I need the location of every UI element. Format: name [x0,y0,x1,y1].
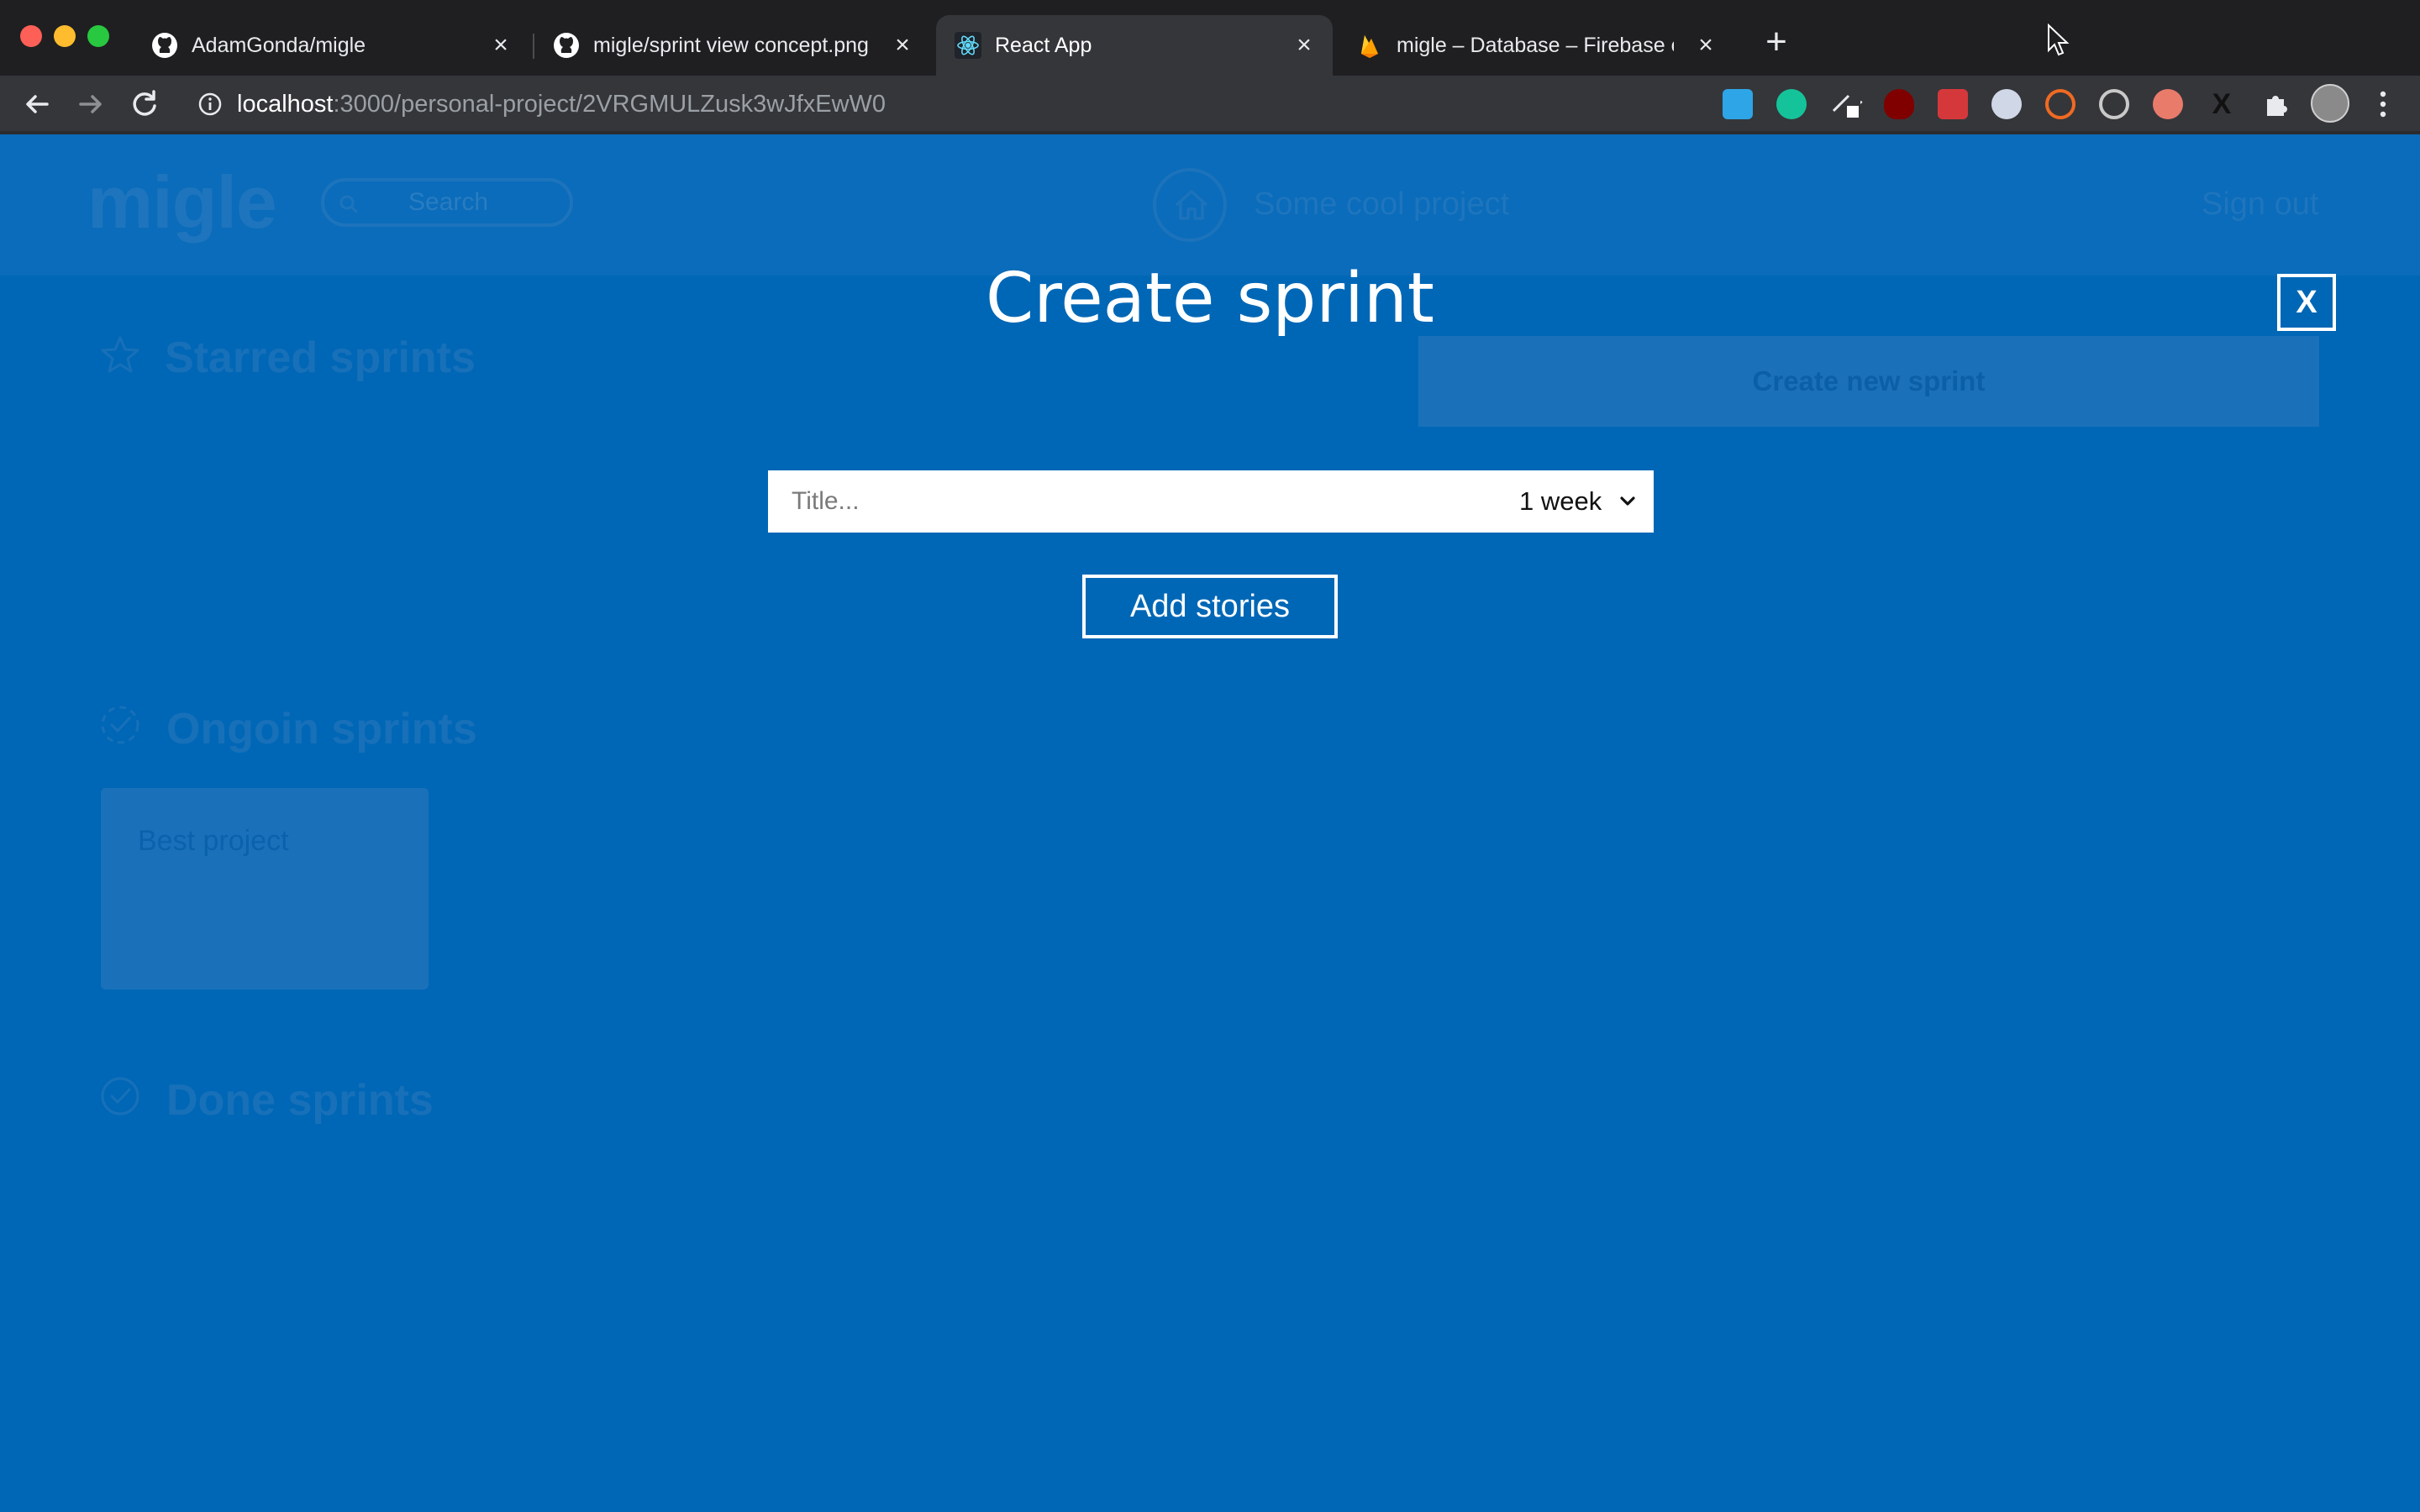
home-button[interactable] [1153,168,1227,242]
pen-icon [1832,94,1859,118]
tab-close-icon[interactable]: × [1692,30,1719,60]
back-arrow-icon[interactable] [18,86,55,123]
done-sprints-heading: Done sprints [166,1076,434,1125]
extension-orange-ring-icon[interactable] [2045,89,2075,119]
github-icon [152,33,177,58]
address-bar[interactable]: localhost:3000/personal-project/2VRGMULZ… [182,82,1863,126]
url-host: localhost [237,91,334,118]
sign-out-link[interactable]: Sign out [2202,186,2318,223]
window-minimize-button[interactable] [54,25,76,47]
extension-trello-icon[interactable] [1723,89,1753,119]
chevron-down-icon[interactable] [1618,492,1637,511]
sprint-card[interactable]: Best project [101,788,429,990]
tab-title: React App [995,34,1092,57]
tab-close-icon[interactable]: × [889,30,916,60]
ongoing-sprints-heading: Ongoin sprints [166,705,477,753]
extension-target-icon[interactable] [2099,89,2129,119]
add-stories-button[interactable]: Add stories [1082,575,1338,638]
sprint-card-title: Best project [138,825,289,857]
browser-tab-4[interactable]: migle – Database – Firebase co × [1338,15,1734,76]
extension-ublock-icon[interactable] [1884,89,1914,119]
search-placeholder: Search [408,188,489,216]
mouse-cursor-icon [2048,24,2070,56]
window-maximize-button[interactable] [87,25,109,47]
extension-circle-icon[interactable] [1991,89,2022,119]
extension-face-icon[interactable] [2153,89,2183,119]
extension-x-icon[interactable]: X [2207,89,2237,119]
tab-title: migle – Database – Firebase co [1397,34,1674,57]
reload-icon[interactable] [126,86,163,123]
browser-tab-3-active[interactable]: React App × [936,15,1333,76]
sprint-form: 1 week [768,470,1654,533]
url-text: localhost:3000/personal-project/2VRGMULZ… [237,82,886,126]
done-check-icon [101,1077,139,1116]
new-tab-plus-icon[interactable]: + [1758,24,1795,62]
profile-avatar[interactable] [2311,84,2349,123]
tab-title: migle/sprint view concept.png [593,34,869,57]
home-icon [1175,190,1208,220]
in-progress-check-icon [101,706,139,744]
tab-title: AdamGonda/migle [192,34,366,57]
browser-toolbar: localhost:3000/personal-project/2VRGMULZ… [0,76,2420,131]
starred-sprints-heading: Starred sprints [165,333,476,382]
react-icon [955,32,981,59]
url-path: :3000/personal-project/2VRGMULZusk3wJfxE… [333,91,886,118]
browser-menu-icon[interactable] [2375,86,2391,123]
tab-close-icon[interactable]: × [487,30,514,60]
project-name: Some cool project [1254,186,1510,222]
app-logo[interactable]: migle [87,160,277,245]
search-icon [339,195,358,213]
app-page: migle Search Some cool project Sign out … [0,134,2420,1512]
forward-arrow-icon[interactable] [72,86,109,123]
app-header: migle Search Some cool project Sign out [0,134,2420,276]
site-info-icon[interactable] [198,92,222,116]
create-new-sprint-button[interactable]: Create new sprint [1418,336,2319,427]
star-icon [101,336,139,373]
extension-grammarly-icon[interactable] [1776,89,1807,119]
browser-tab-1[interactable]: AdamGonda/migle × [133,15,529,76]
sprint-title-input[interactable] [768,470,1499,533]
tab-close-icon[interactable]: × [1291,30,1318,60]
github-icon [554,33,579,58]
duration-select[interactable]: 1 week [1519,470,1602,533]
firebase-icon [1361,35,1378,58]
browser-tab-2[interactable]: migle/sprint view concept.png × [534,15,931,76]
browser-tab-bar: AdamGonda/migle × migle/sprint view conc… [0,0,2420,76]
extension-pen-icon[interactable] [1830,89,1860,119]
close-modal-button[interactable]: X [2277,274,2336,331]
extensions-puzzle-icon[interactable] [2260,89,2291,119]
modal-title: Create sprint [986,259,1434,339]
extension-red-icon[interactable] [1938,89,1968,119]
window-close-button[interactable] [20,25,42,47]
search-input[interactable]: Search [321,178,573,227]
